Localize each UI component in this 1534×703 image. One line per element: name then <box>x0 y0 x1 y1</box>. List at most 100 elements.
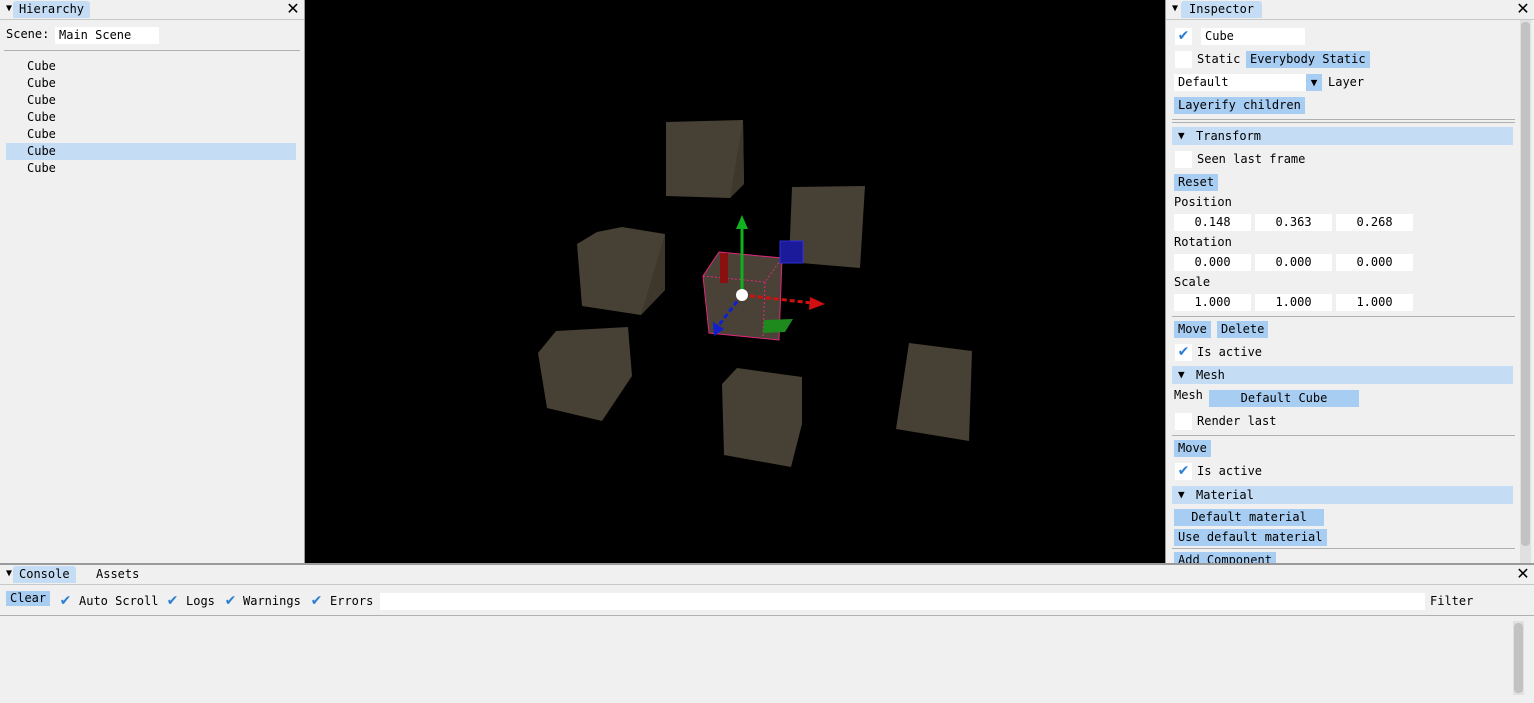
layerify-children-button[interactable]: Layerify children <box>1174 97 1305 114</box>
hierarchy-item[interactable]: Cube <box>6 109 296 126</box>
object-enabled-checkbox[interactable]: ✔ <box>1175 28 1192 45</box>
dropdown-arrow-icon[interactable]: ▼ <box>1306 74 1322 91</box>
hierarchy-item[interactable]: Cube <box>6 126 296 143</box>
logs-label: Logs <box>186 594 215 608</box>
transform-header-label: Transform <box>1196 129 1262 143</box>
material-header-label: Material <box>1196 488 1254 502</box>
hierarchy-item[interactable]: Cube <box>6 92 296 109</box>
transform-active-label: Is active <box>1197 345 1263 359</box>
tab-hierarchy[interactable]: Hierarchy <box>13 1 91 18</box>
console-log-area[interactable] <box>0 616 1512 703</box>
hierarchy-item[interactable]: Cube <box>6 143 296 160</box>
cube-mesh[interactable] <box>577 227 665 315</box>
triangle-down-icon: ▼ <box>1178 129 1185 142</box>
inspector-scrollbar[interactable] <box>1520 20 1531 563</box>
scene-render <box>538 120 972 467</box>
mesh-active-checkbox[interactable]: ✔ <box>1175 463 1192 480</box>
close-icon[interactable]: ✕ <box>1515 566 1531 582</box>
clear-button[interactable]: Clear <box>6 591 51 606</box>
cube-mesh[interactable] <box>722 368 802 467</box>
mesh-select-button[interactable]: Default Cube <box>1209 390 1359 407</box>
transform-active-checkbox[interactable]: ✔ <box>1175 344 1192 361</box>
gizmo-yz-plane-handle <box>720 253 728 283</box>
gizmo-xy-plane-handle <box>779 240 804 264</box>
gizmo-xz-plane-handle <box>763 319 793 333</box>
cube-mesh[interactable] <box>666 120 744 198</box>
close-icon[interactable]: ✕ <box>285 1 301 17</box>
add-component-clip: Add Component <box>1166 550 1516 563</box>
errors-checkbox[interactable]: ✔ <box>308 593 325 610</box>
position-x-field[interactable]: 0.148 <box>1174 214 1251 231</box>
hierarchy-tab-bar: ▼ Hierarchy ✕ <box>0 0 304 20</box>
inspector-tab-bar: ▼ Inspector ✕ <box>1166 0 1534 20</box>
logs-checkbox[interactable]: ✔ <box>164 593 181 610</box>
render-last-checkbox[interactable] <box>1175 413 1192 430</box>
material-header[interactable]: ▼ Material <box>1172 486 1513 504</box>
rotation-x-field[interactable]: 0.000 <box>1174 254 1251 271</box>
hierarchy-item[interactable]: Cube <box>6 160 296 177</box>
mesh-label: Mesh <box>1174 388 1203 402</box>
transform-header[interactable]: ▼ Transform <box>1172 127 1513 145</box>
scale-y-field[interactable]: 1.000 <box>1255 294 1332 311</box>
hierarchy-panel: ▼ Hierarchy ✕ Scene: Main Scene Cube Cube… <box>0 0 304 563</box>
inspector-divider <box>1172 548 1515 549</box>
triangle-down-icon: ▼ <box>1178 368 1185 381</box>
console-tab-bar: ▼ Console Assets ✕ <box>0 565 1534 585</box>
scale-x-field[interactable]: 1.000 <box>1174 294 1251 311</box>
position-y-field[interactable]: 0.363 <box>1255 214 1332 231</box>
render-last-label: Render last <box>1197 414 1277 428</box>
warnings-checkbox[interactable]: ✔ <box>222 593 239 610</box>
console-panel: ▼ Console Assets ✕ Clear ✔ Auto Scroll ✔… <box>0 565 1534 703</box>
auto-scroll-checkbox[interactable]: ✔ <box>57 593 74 610</box>
filter-label: Filter <box>1430 594 1474 608</box>
mesh-active-label: Is active <box>1197 464 1263 478</box>
tab-assets[interactable]: Assets <box>90 566 146 583</box>
auto-scroll-label: Auto Scroll <box>79 594 159 608</box>
use-default-material-button[interactable]: Use default material <box>1174 529 1327 546</box>
console-scrollbar[interactable] <box>1513 621 1524 695</box>
hierarchy-item[interactable]: Cube <box>6 58 296 75</box>
position-label: Position <box>1174 195 1232 209</box>
cube-mesh[interactable] <box>896 343 972 441</box>
inspector-divider <box>1172 119 1515 120</box>
transform-move-button[interactable]: Move <box>1174 321 1211 338</box>
transform-delete-button[interactable]: Delete <box>1217 321 1269 338</box>
scene-viewport[interactable] <box>305 0 1165 563</box>
object-name-field[interactable]: Cube <box>1201 28 1305 45</box>
inspector-divider <box>1172 122 1515 123</box>
inspector-divider <box>1172 316 1515 317</box>
hierarchy-divider <box>4 50 300 51</box>
tab-console[interactable]: Console <box>13 566 76 583</box>
triangle-down-icon: ▼ <box>1178 488 1185 501</box>
warnings-label: Warnings <box>243 594 301 608</box>
layer-dropdown[interactable]: Default <box>1174 74 1308 91</box>
reset-transform-button[interactable]: Reset <box>1174 174 1219 191</box>
rotation-y-field[interactable]: 0.000 <box>1255 254 1332 271</box>
rotation-z-field[interactable]: 0.000 <box>1336 254 1413 271</box>
gizmo-center-handle <box>736 289 748 301</box>
scene-name-field[interactable]: Main Scene <box>55 27 159 44</box>
scale-label: Scale <box>1174 275 1211 289</box>
seen-last-frame-label: Seen last frame <box>1197 152 1306 166</box>
seen-last-frame-checkbox[interactable] <box>1175 151 1192 168</box>
mesh-move-button[interactable]: Move <box>1174 440 1211 457</box>
mesh-header[interactable]: ▼ Mesh <box>1172 366 1513 384</box>
static-checkbox[interactable] <box>1175 51 1192 68</box>
collapse-icon[interactable]: ▼ <box>1168 2 1182 16</box>
cube-mesh[interactable] <box>538 327 632 421</box>
mesh-header-label: Mesh <box>1196 368 1225 382</box>
inspector-scrollbar-thumb[interactable] <box>1521 22 1530 546</box>
default-material-button[interactable]: Default material <box>1174 509 1324 526</box>
everybody-static-button[interactable]: Everybody Static <box>1246 51 1370 68</box>
console-scrollbar-thumb[interactable] <box>1514 623 1523 693</box>
errors-label: Errors <box>330 594 374 608</box>
tab-inspector[interactable]: Inspector <box>1181 1 1263 18</box>
close-icon[interactable]: ✕ <box>1515 1 1531 17</box>
position-z-field[interactable]: 0.268 <box>1336 214 1413 231</box>
scale-z-field[interactable]: 1.000 <box>1336 294 1413 311</box>
add-component-button[interactable]: Add Component <box>1174 552 1276 563</box>
inspector-divider <box>1172 435 1515 436</box>
hierarchy-item[interactable]: Cube <box>6 75 296 92</box>
scene-label: Scene: <box>6 27 50 41</box>
filter-input[interactable] <box>380 593 1425 610</box>
